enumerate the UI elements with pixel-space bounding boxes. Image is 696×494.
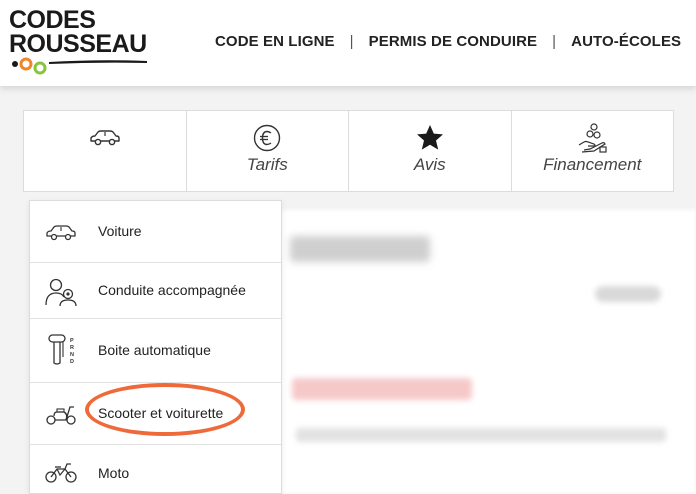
dropdown-item-label: Voiture — [98, 223, 142, 239]
nav-separator: | — [349, 33, 354, 50]
logo-text-line2: ROUSSEAU — [9, 30, 147, 58]
hand-coins-icon — [576, 123, 608, 153]
vehicle-type-dropdown: Voiture Conduite accompagnée P R N D Boi… — [29, 200, 282, 494]
dropdown-item-label: Boite automatique — [98, 342, 211, 358]
tab-tarifs[interactable]: Tarifs — [186, 111, 349, 191]
people-icon — [44, 275, 78, 309]
blurred-row — [296, 428, 666, 442]
main-nav: CODE EN LIGNE | PERMIS DE CONDUIRE | AUT… — [215, 33, 681, 50]
blurred-badge — [595, 286, 661, 302]
tab-avis[interactable]: Avis — [349, 111, 512, 191]
dropdown-item-boite-automatique[interactable]: P R N D Boite automatique — [30, 319, 281, 383]
dropdown-item-moto[interactable]: Moto — [30, 445, 281, 494]
dropdown-item-label: Moto — [98, 465, 130, 481]
dropdown-item-label: Conduite accompagnée — [98, 282, 246, 298]
dropdown-item-conduite-accompagnee[interactable]: Conduite accompagnée — [30, 263, 281, 319]
star-icon — [414, 123, 446, 153]
motorcycle-icon — [44, 455, 78, 489]
dropdown-item-voiture[interactable]: Voiture — [30, 201, 281, 263]
car-icon — [44, 215, 78, 249]
svg-text:R: R — [70, 345, 74, 351]
nav-separator: | — [552, 33, 557, 50]
tab-vehicle[interactable] — [24, 111, 187, 191]
svg-text:P: P — [70, 338, 74, 344]
category-tabs: Tarifs Avis Financement — [23, 110, 674, 192]
svg-text:D: D — [70, 359, 74, 365]
nav-code-en-ligne[interactable]: CODE EN LIGNE — [215, 33, 335, 50]
site-header: CODES ROUSSEAU CODE EN LIGNE | PERMIS DE… — [0, 0, 696, 86]
nav-permis-de-conduire[interactable]: PERMIS DE CONDUIRE — [369, 33, 538, 50]
codes-rousseau-logo[interactable]: CODES ROUSSEAU — [9, 6, 149, 76]
tab-financement[interactable]: Financement — [511, 111, 673, 191]
blurred-title — [290, 236, 430, 262]
scooter-icon — [44, 397, 78, 431]
euro-icon — [251, 123, 283, 153]
car-icon — [89, 123, 121, 153]
logo-mark-icon — [12, 57, 147, 75]
svg-text:N: N — [70, 352, 74, 358]
gear-shifter-icon: P R N D — [44, 333, 78, 367]
nav-auto-ecoles[interactable]: AUTO-ÉCOLES — [571, 33, 681, 50]
tab-label: Financement — [543, 155, 642, 174]
dropdown-item-label: Scooter et voiturette — [98, 405, 224, 421]
tab-label: Tarifs — [246, 155, 288, 174]
tab-label: Avis — [413, 155, 446, 174]
dropdown-item-scooter-et-voiturette[interactable]: Scooter et voiturette — [30, 383, 281, 445]
blurred-alert — [292, 378, 472, 400]
